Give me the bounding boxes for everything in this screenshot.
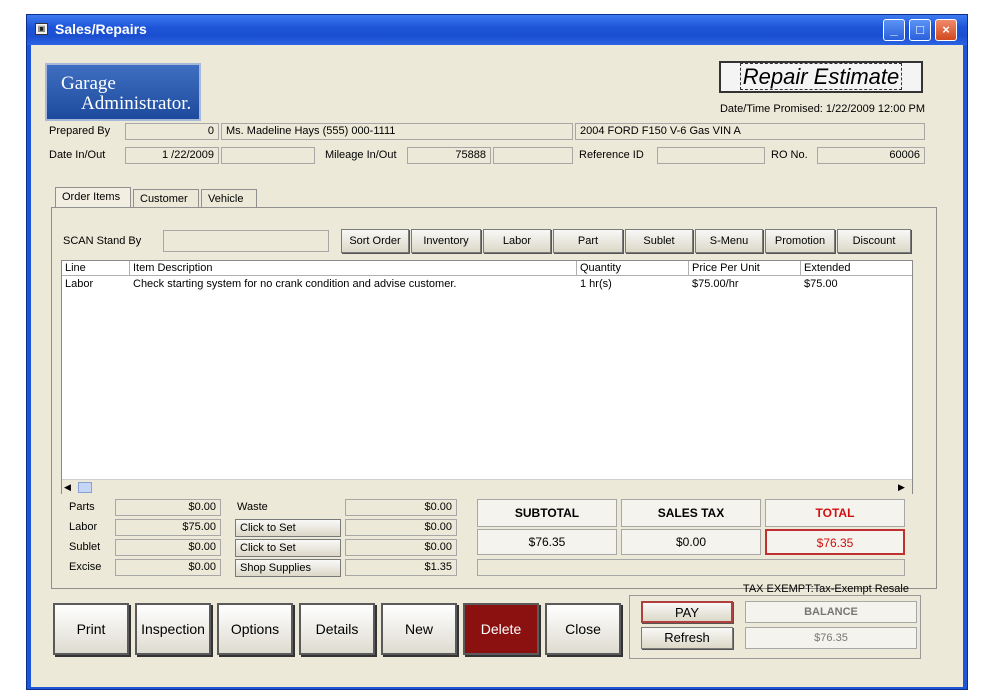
row-1-description[interactable]: Check starting system for no crank condi…	[130, 277, 577, 291]
promotion-button[interactable]: Promotion	[765, 229, 835, 253]
ro-no-label: RO No.	[771, 149, 808, 161]
s-menu-button[interactable]: S-Menu	[695, 229, 763, 253]
reference-id-field[interactable]	[657, 147, 765, 164]
logo-line-2: Administrator.	[81, 93, 192, 114]
part-button[interactable]: Part	[553, 229, 623, 253]
col-quantity-header[interactable]: Quantity	[577, 261, 689, 276]
minimize-button[interactable]: _	[883, 19, 905, 41]
click-to-set-1-button[interactable]: Click to Set	[235, 519, 341, 537]
ro-no-field[interactable]: 60006	[817, 147, 925, 164]
reference-id-label: Reference ID	[579, 149, 644, 161]
click-to-set-1-field: $0.00	[345, 519, 457, 536]
date-in-out-label: Date In/Out	[49, 149, 106, 161]
row-1-quantity[interactable]: 1 hr(s)	[577, 277, 689, 291]
sublet-button[interactable]: Sublet	[625, 229, 693, 253]
print-button[interactable]: Print	[53, 603, 129, 655]
total-label: TOTAL	[765, 499, 905, 527]
close-window-button[interactable]: ×	[935, 19, 957, 41]
sublet-field: $0.00	[115, 539, 221, 556]
details-button[interactable]: Details	[299, 603, 375, 655]
options-button[interactable]: Options	[217, 603, 293, 655]
tax-exempt-status: TAX EXEMPT:Tax-Exempt Resale	[742, 583, 909, 595]
repair-estimate-label[interactable]: Repair Estimate	[719, 61, 923, 93]
new-button[interactable]: New	[381, 603, 457, 655]
inspection-button[interactable]: Inspection	[135, 603, 211, 655]
labor-button[interactable]: Labor	[483, 229, 551, 253]
col-line-header[interactable]: Line	[62, 261, 130, 276]
date-out-field[interactable]	[221, 147, 315, 164]
col-description-header[interactable]: Item Description	[130, 261, 577, 276]
sales-repairs-window: ▣ Sales/Repairs _ □ × Garage Administrat…	[26, 14, 968, 690]
row-1-price[interactable]: $75.00/hr	[689, 277, 801, 291]
click-to-set-2-field: $0.00	[345, 539, 457, 556]
col-price-header[interactable]: Price Per Unit	[689, 261, 801, 276]
mileage-in-field[interactable]: 75888	[407, 147, 491, 164]
scroll-left-icon[interactable]: ◀	[64, 482, 74, 492]
labor-field: $75.00	[115, 519, 221, 536]
sales-tax-value: $0.00	[621, 529, 761, 555]
balance-label: BALANCE	[745, 601, 917, 623]
prepared-by-field[interactable]: 0	[125, 123, 219, 140]
refresh-button[interactable]: Refresh	[641, 627, 733, 649]
vehicle-field[interactable]: 2004 FORD F150 V-6 Gas VIN A	[575, 123, 925, 140]
total-value: $76.35	[765, 529, 905, 555]
excise-field: $0.00	[115, 559, 221, 576]
parts-label: Parts	[69, 501, 95, 513]
mileage-out-field[interactable]	[493, 147, 573, 164]
waste-field: $0.00	[345, 499, 457, 516]
row-1-line[interactable]: Labor	[62, 277, 130, 291]
mileage-label: Mileage In/Out	[325, 149, 397, 161]
horizontal-scrollbar[interactable]: ◀ ▶	[62, 479, 912, 494]
waste-label: Waste	[237, 501, 268, 513]
pay-button[interactable]: PAY	[641, 601, 733, 623]
logo-line-1: Garage	[61, 73, 116, 94]
row-1-extended[interactable]: $75.00	[801, 277, 912, 291]
title-bar[interactable]: ▣ Sales/Repairs _ □ ×	[27, 15, 967, 45]
maximize-button[interactable]: □	[909, 19, 931, 41]
order-items-grid[interactable]: Line Item Description Quantity Price Per…	[61, 260, 913, 494]
subtotal-value: $76.35	[477, 529, 617, 555]
window-title: Sales/Repairs	[55, 21, 147, 37]
close-button[interactable]: Close	[545, 603, 621, 655]
subtotal-label: SUBTOTAL	[477, 499, 617, 527]
scan-label: SCAN Stand By	[63, 235, 142, 247]
scroll-thumb[interactable]	[78, 482, 92, 493]
sort-order-button[interactable]: Sort Order	[341, 229, 409, 253]
inventory-button[interactable]: Inventory	[411, 229, 481, 253]
delete-button[interactable]: Delete	[463, 603, 539, 655]
scroll-right-icon[interactable]: ▶	[898, 482, 908, 492]
balance-value: $76.35	[745, 627, 917, 649]
sales-tax-label: SALES TAX	[621, 499, 761, 527]
click-to-set-2-button[interactable]: Click to Set	[235, 539, 341, 557]
customer-field[interactable]: Ms. Madeline Hays (555) 000-1111	[221, 123, 573, 140]
col-extended-header[interactable]: Extended	[801, 261, 912, 276]
parts-field: $0.00	[115, 499, 221, 516]
sublet-label: Sublet	[69, 541, 101, 553]
discount-button[interactable]: Discount	[837, 229, 911, 253]
date-in-field[interactable]: 1 /22/2009	[125, 147, 219, 164]
scan-input[interactable]	[163, 230, 329, 252]
excise-label: Excise	[69, 561, 102, 573]
labor-label: Labor	[69, 521, 98, 533]
promised-datetime: Date/Time Promised: 1/22/2009 12:00 PM	[719, 103, 925, 115]
totals-note-field	[477, 559, 905, 576]
app-icon[interactable]: ▣	[35, 23, 48, 35]
shop-supplies-button[interactable]: Shop Supplies	[235, 559, 341, 577]
garage-administrator-logo: Garage Administrator.	[45, 63, 201, 121]
prepared-by-label: Prepared By	[49, 125, 111, 137]
estimate-text: Repair Estimate	[739, 63, 903, 90]
window-client: Garage Administrator. Repair Estimate Da…	[31, 45, 963, 687]
shop-supplies-field: $1.35	[345, 559, 457, 576]
